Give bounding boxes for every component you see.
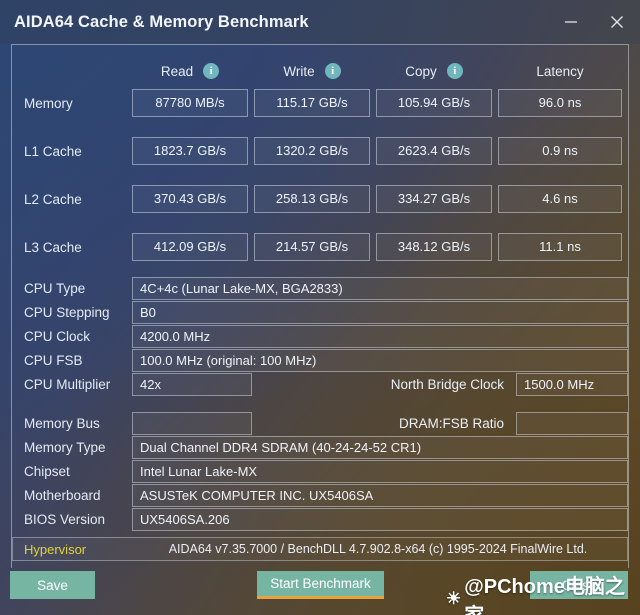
info-icon-write[interactable]: i [324,63,341,79]
column-header-read: Read i [132,63,248,79]
l2-read-value: 370.43 GB/s [132,185,248,213]
cpu-clock-value: 4200.0 MHz [132,325,628,348]
memory-info-section: Memory Bus DRAM:FSB Ratio Memory Type Du… [12,412,628,532]
north-bridge-clock-value: 1500.0 MHz [516,373,628,396]
info-icon-read[interactable]: i [203,63,220,79]
memory-type-label: Memory Type [24,440,106,455]
memory-read-value: 87780 MB/s [132,89,248,117]
row-label-l3-cache: L3 Cache [24,239,82,255]
cpu-stepping-label: CPU Stepping [24,305,110,320]
chipset-value: Intel Lunar Lake-MX [132,460,628,483]
motherboard-row: Motherboard ASUSTeK COMPUTER INC. UX5406… [12,484,628,507]
row-label-memory: Memory [24,95,73,111]
start-benchmark-button[interactable]: Start Benchmark [257,571,384,599]
memory-bus-label: Memory Bus [24,416,100,431]
memory-bus-value [132,412,252,435]
motherboard-value: ASUSTeK COMPUTER INC. UX5406SA [132,484,628,507]
cpu-type-row: CPU Type 4C+4c (Lunar Lake-MX, BGA2833) [12,277,628,300]
memory-write-value: 115.17 GB/s [254,89,370,117]
l3-write-value: 214.57 GB/s [254,233,370,261]
memory-bus-row-spacer [252,412,399,435]
l1-latency-value: 0.9 ns [498,137,622,165]
weibo-logo-icon: ☀ [446,589,462,608]
l3-read-value: 412.09 GB/s [132,233,248,261]
table-row-l3-cache: L3 Cache 412.09 GB/s 214.57 GB/s 348.12 … [12,233,628,261]
cpu-multiplier-label: CPU Multiplier [24,377,111,392]
memory-type-value: Dual Channel DDR4 SDRAM (40-24-24-52 CR1… [132,436,628,459]
l2-latency-value: 4.6 ns [498,185,622,213]
column-header-copy: Copy i [376,63,492,79]
minimize-icon[interactable] [548,0,594,44]
table-row-l2-cache: L2 Cache 370.43 GB/s 258.13 GB/s 334.27 … [12,185,628,213]
info-icon-copy[interactable]: i [446,63,463,79]
row-label-l2-cache: L2 Cache [24,191,82,207]
bios-version-label: BIOS Version [24,512,106,527]
chipset-row: Chipset Intel Lunar Lake-MX [12,460,628,483]
cpu-fsb-value: 100.0 MHz (original: 100 MHz) [132,349,628,372]
column-label-copy: Copy [405,63,437,79]
aida64-benchmark-window: AIDA64 Cache & Memory Benchmark Read i W… [0,0,640,615]
l2-copy-value: 334.27 GB/s [376,185,492,213]
window-title: AIDA64 Cache & Memory Benchmark [14,12,309,31]
memory-bus-row: Memory Bus DRAM:FSB Ratio [12,412,628,435]
column-label-latency: Latency [536,63,584,79]
cpu-type-label: CPU Type [24,281,86,296]
memory-type-row: Memory Type Dual Channel DDR4 SDRAM (40-… [12,436,628,459]
column-label-read: Read [160,63,194,79]
multiplier-row-spacer [252,373,391,396]
save-button[interactable]: Save [10,571,95,599]
chipset-label: Chipset [24,464,70,479]
cpu-stepping-row: CPU Stepping B0 [12,301,628,324]
hypervisor-label: Hypervisor [24,541,87,557]
cpu-info-section: CPU Type 4C+4c (Lunar Lake-MX, BGA2833) … [12,277,628,397]
close-button-label: Close [561,577,597,593]
bios-version-value: UX5406SA.206 [132,508,628,531]
benchmark-results-table: Read i Write i Copy i Latency Memory 877… [12,56,628,281]
cpu-fsb-label: CPU FSB [24,353,83,368]
cpu-multiplier-value: 42x [132,373,252,396]
cpu-clock-row: CPU Clock 4200.0 MHz [12,325,628,348]
cpu-fsb-row: CPU FSB 100.0 MHz (original: 100 MHz) [12,349,628,372]
status-bar: Hypervisor AIDA64 v7.35.7000 / BenchDLL … [12,537,628,561]
title-bar: AIDA64 Cache & Memory Benchmark [0,0,640,44]
dram-fsb-ratio-label: DRAM:FSB Ratio [398,416,504,431]
table-row-memory: Memory 87780 MB/s 115.17 GB/s 105.94 GB/… [12,89,628,117]
bios-version-row: BIOS Version UX5406SA.206 [12,508,628,531]
save-button-label: Save [37,577,68,593]
memory-latency-value: 96.0 ns [498,89,622,117]
l3-copy-value: 348.12 GB/s [376,233,492,261]
memory-copy-value: 105.94 GB/s [376,89,492,117]
motherboard-label: Motherboard [24,488,101,503]
cpu-multiplier-row: CPU Multiplier 42x North Bridge Clock 15… [12,373,628,396]
cpu-clock-label: CPU Clock [24,329,91,344]
window-controls [548,0,640,44]
north-bridge-clock-label: North Bridge Clock [390,377,504,392]
column-label-write: Write [283,63,315,79]
close-icon[interactable] [594,0,640,44]
benchmark-table-header: Read i Write i Copy i Latency [12,56,628,86]
dram-fsb-ratio-value [516,412,628,435]
column-header-latency: Latency [498,64,622,79]
start-benchmark-button-label: Start Benchmark [270,576,371,591]
l1-read-value: 1823.7 GB/s [132,137,248,165]
close-button[interactable]: Close [530,571,628,599]
column-header-write: Write i [254,63,370,79]
l1-write-value: 1320.2 GB/s [254,137,370,165]
version-text: AIDA64 v7.35.7000 / BenchDLL 4.7.902.8-x… [168,542,588,556]
table-row-l1-cache: L1 Cache 1823.7 GB/s 1320.2 GB/s 2623.4 … [12,137,628,165]
l3-latency-value: 11.1 ns [498,233,622,261]
l2-write-value: 258.13 GB/s [254,185,370,213]
cpu-stepping-value: B0 [132,301,628,324]
cpu-type-value: 4C+4c (Lunar Lake-MX, BGA2833) [132,277,628,300]
row-label-l1-cache: L1 Cache [24,143,82,159]
l1-copy-value: 2623.4 GB/s [376,137,492,165]
